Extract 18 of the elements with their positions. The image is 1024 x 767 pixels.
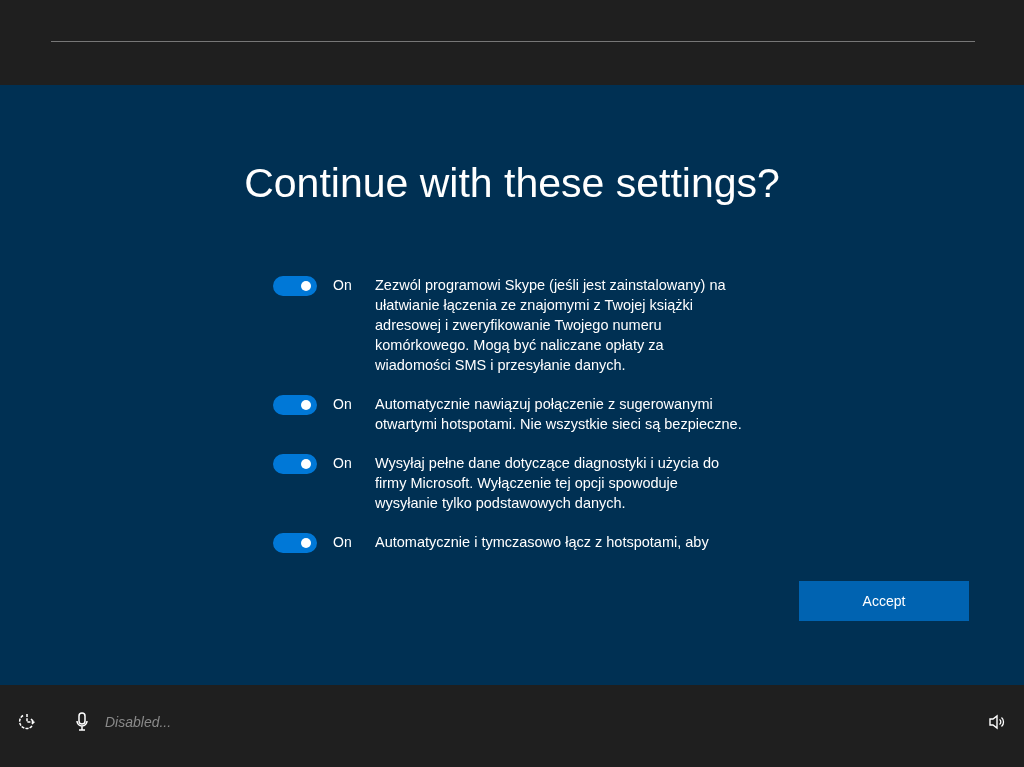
setting-description: Automatycznie i tymczasowo łącz z hotspotami, aby [375,533,710,552]
setting-description: Wysyłaj pełne dane dotyczące diagnostyki i użycia do firmy Microsoft. Wyłączenie tej opcji spowoduje wysyłanie tylko podstawowych danych. [375,454,721,513]
toggle-state-label: On [332,276,353,295]
toggle-switch[interactable] [273,454,317,474]
toggle-switch[interactable] [273,395,317,415]
toggle-state-label: On [332,395,353,414]
microphone-status: Disabled... [105,714,172,730]
accept-button[interactable]: Accept [799,581,969,621]
setting-description: Automatycznie nawiązuj połączenie z sugerowanymi otwartymi hotspotami. Nie wszystkie sieci są bezpieczne. [375,395,743,434]
toggle-switch[interactable] [273,533,317,553]
page-title: Continue with these settings? [243,159,781,208]
toggle-state-label: On [332,454,353,473]
ease-of-access-icon[interactable] [17,712,37,732]
toggle-switch[interactable] [273,276,317,296]
volume-icon[interactable] [988,714,1006,730]
setting-description: Zezwól programowi Skype (jeśli jest zainstalowany) na ułatwianie łączenia ze znajomymi z Twojej książki adresowej i zweryfikowanie Twojego numeru komórkowego. Mogą być naliczane opłaty za wiadomości SMS i przesyłanie danych. [375,276,727,375]
microphone-icon[interactable] [75,712,89,732]
toggle-state-label: On [332,533,353,552]
